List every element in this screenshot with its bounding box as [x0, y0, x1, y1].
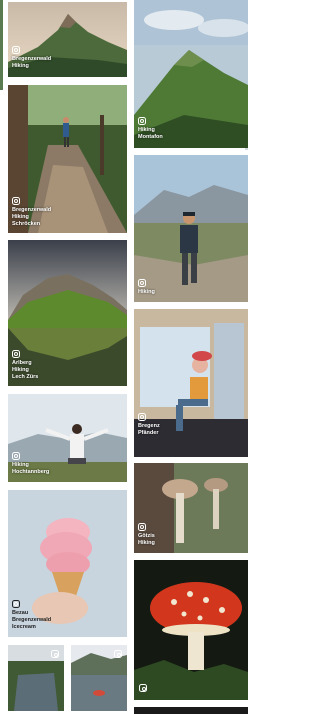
post-tile-forest-trail[interactable]: Bregenzerwald Hiking Schröcken	[8, 85, 127, 233]
post-caption-line: Hiking	[138, 540, 155, 546]
instagram-icon	[12, 452, 20, 460]
post-tile-rafting[interactable]	[71, 645, 127, 711]
post-caption-line: Arlberg	[12, 360, 32, 366]
post-tile-partial[interactable]	[134, 707, 248, 714]
post-caption-line: Montafon	[138, 134, 163, 140]
post-caption-line: Götzis	[138, 533, 155, 539]
post-tile-mountain-peak[interactable]: Bregenzerwald Hiking	[8, 2, 127, 77]
post-image	[134, 0, 248, 45]
edge-fragment-left	[0, 0, 3, 90]
post-caption-line: Icecream	[12, 624, 36, 630]
post-caption-line: Bregenzerwald	[12, 56, 52, 62]
instagram-icon	[12, 197, 20, 205]
instagram-icon	[114, 650, 122, 658]
instagram-icon	[138, 523, 146, 531]
post-tile-ice-cream[interactable]: Bezau Bregenzerwald Icecream	[8, 490, 127, 637]
instagram-icon	[51, 650, 59, 658]
post-caption-line: Hochtannberg	[12, 469, 50, 475]
post-tile-river[interactable]	[8, 645, 64, 711]
post-tile-sky[interactable]	[134, 0, 248, 45]
instagram-icon	[12, 46, 20, 54]
post-caption-line: Hiking	[12, 63, 29, 69]
instagram-icon	[138, 117, 146, 125]
post-tile-cable-car[interactable]: Bregenz Pfänder	[134, 309, 248, 457]
post-tile-hiker[interactable]: Hiking	[134, 155, 248, 302]
post-caption-line: Bezau	[12, 610, 29, 616]
instagram-icon	[12, 600, 20, 608]
post-tile-fly-agaric[interactable]	[134, 560, 248, 700]
post-caption-line: Hiking	[138, 289, 155, 295]
post-caption-line: Schröcken	[12, 221, 41, 227]
post-tile-green-ridge[interactable]: Hiking Montafon	[134, 45, 248, 148]
post-caption-line: Hiking	[12, 462, 29, 468]
post-tile-summit-view[interactable]: Hiking Hochtannberg	[8, 394, 127, 482]
post-caption-line: Bregenz	[138, 423, 160, 429]
post-caption-line: Hiking	[12, 214, 29, 220]
post-caption-line: Pfänder	[138, 430, 159, 436]
post-caption-line: Hiking	[138, 127, 155, 133]
instagram-icon	[138, 279, 146, 287]
post-caption-line: Lech Zürs	[12, 374, 39, 380]
instagram-icon	[139, 684, 147, 692]
post-image	[134, 560, 248, 700]
post-caption-line: Bregenzerwald	[12, 207, 52, 213]
post-caption-line: Bregenzerwald	[12, 617, 52, 623]
instagram-icon	[12, 350, 20, 358]
post-tile-mountain-lake[interactable]: Arlberg Hiking Lech Zürs	[8, 240, 127, 386]
post-caption-line: Hiking	[12, 367, 29, 373]
post-tile-mushrooms[interactable]: Götzis Hiking	[134, 463, 248, 553]
instagram-icon	[138, 413, 146, 421]
